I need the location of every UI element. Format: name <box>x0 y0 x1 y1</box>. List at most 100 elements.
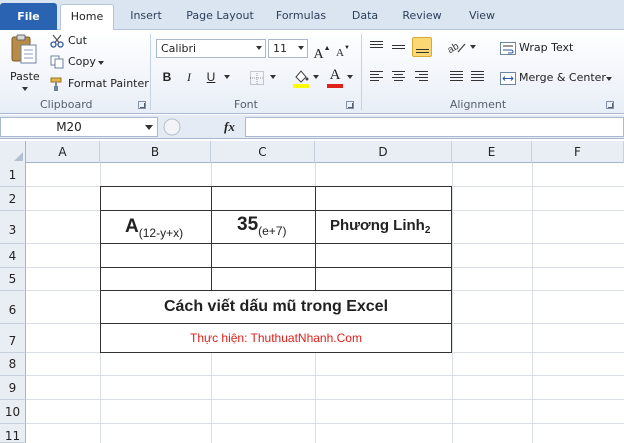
grow-font-button[interactable]: A▲ <box>313 39 331 62</box>
paste-label: Paste <box>10 70 40 83</box>
align-left-button[interactable] <box>367 67 387 87</box>
tab-file[interactable]: File <box>0 3 57 30</box>
increase-indent-button[interactable] <box>466 67 486 87</box>
alignment-launcher-icon[interactable] <box>606 101 614 109</box>
row-header-1[interactable]: 1 <box>0 163 26 187</box>
paste-button[interactable]: Paste <box>6 32 40 92</box>
orientation-dropdown-icon[interactable] <box>470 45 476 49</box>
cell-c3-subscript: (e+7) <box>258 224 287 238</box>
font-color-dropdown-icon[interactable] <box>347 75 353 79</box>
row-header-7[interactable]: 7 <box>0 324 26 353</box>
row-header-3[interactable]: 3 <box>0 211 26 244</box>
column-header-a[interactable]: A <box>26 141 100 163</box>
chevron-down-icon <box>145 125 153 130</box>
cell-d3[interactable]: Phương Linh2 <box>330 217 430 236</box>
decrease-indent-button[interactable] <box>445 67 465 87</box>
decrease-indent-icon <box>450 71 463 83</box>
name-box[interactable]: M20 <box>0 117 158 137</box>
chevron-down-icon <box>256 46 262 50</box>
increase-indent-icon <box>471 71 484 83</box>
brush-icon <box>50 77 62 91</box>
tab-formulas[interactable]: Formulas <box>273 8 329 24</box>
cell-b3-main: A <box>125 216 139 237</box>
align-top-button[interactable] <box>367 37 387 57</box>
column-header-f[interactable]: F <box>532 141 624 163</box>
align-middle-button[interactable] <box>389 37 409 57</box>
font-size-combo[interactable]: 11 <box>268 39 308 58</box>
column-header-c[interactable]: C <box>211 141 315 163</box>
row-header-4[interactable]: 4 <box>0 244 26 268</box>
row-header-9[interactable]: 9 <box>0 376 26 400</box>
borders-dropdown-icon[interactable] <box>270 75 276 79</box>
fill-color-dropdown-icon[interactable] <box>313 75 319 79</box>
borders-icon[interactable] <box>249 70 265 86</box>
formula-input[interactable] <box>245 117 624 137</box>
paste-dropdown-icon <box>22 87 28 91</box>
bold-button[interactable]: B <box>158 68 176 86</box>
font-size-value: 11 <box>273 42 287 55</box>
table-border <box>211 186 212 291</box>
cell-b3[interactable]: A(12-y+x) <box>125 216 183 240</box>
cell-d3-subscript: 2 <box>424 225 431 236</box>
row-header-8[interactable]: 8 <box>0 353 26 376</box>
column-header-d[interactable]: D <box>315 141 452 163</box>
tab-view[interactable]: View <box>466 8 498 24</box>
row-header-2[interactable]: 2 <box>0 187 26 211</box>
tab-data[interactable]: Data <box>350 8 380 24</box>
chevron-down-icon <box>298 46 304 50</box>
font-color-swatch <box>327 84 343 88</box>
worksheet-grid: A B C D E F 1 2 3 4 5 6 7 8 9 10 11 A(12… <box>0 141 624 443</box>
table-border <box>100 210 452 211</box>
cell-d3-main: Phương Linh <box>330 217 425 234</box>
italic-button[interactable]: I <box>180 68 198 86</box>
tab-home[interactable]: Home <box>60 4 114 31</box>
svg-text:ab: ab <box>447 41 461 54</box>
group-separator <box>361 34 362 110</box>
cell-c3-main: 35 <box>237 214 259 235</box>
shrink-font-button[interactable]: A▼ <box>334 39 352 59</box>
cell-c3[interactable]: 35(e+7) <box>237 214 287 238</box>
column-header-e[interactable]: E <box>452 141 532 163</box>
tab-insert[interactable]: Insert <box>128 8 164 24</box>
cut-label: Cut <box>68 34 87 47</box>
wrap-text-icon <box>500 42 516 55</box>
row-header-5[interactable]: 5 <box>0 268 26 291</box>
table-border <box>100 186 452 187</box>
table-border <box>451 186 452 353</box>
column-header-b[interactable]: B <box>100 141 211 163</box>
select-all-button[interactable] <box>0 141 26 163</box>
tab-page-layout[interactable]: Page Layout <box>184 8 256 24</box>
row-header-10[interactable]: 10 <box>0 400 26 424</box>
align-center-button[interactable] <box>389 67 409 87</box>
gridline <box>26 375 624 376</box>
table-border <box>100 352 452 353</box>
orientation-icon[interactable]: ab <box>447 40 467 54</box>
group-separator <box>150 34 151 110</box>
splitter-handle-icon[interactable] <box>162 117 182 137</box>
align-bottom-button[interactable] <box>412 37 432 57</box>
fx-icon[interactable]: fx <box>224 119 235 135</box>
font-launcher-icon[interactable] <box>346 101 354 109</box>
fill-bucket-icon[interactable] <box>292 68 310 88</box>
align-right-button[interactable] <box>412 67 432 87</box>
row-header-6[interactable]: 6 <box>0 291 26 324</box>
formula-bar: M20 fx <box>0 115 624 139</box>
align-left-icon <box>370 71 383 83</box>
cell-b3-subscript: (12-y+x) <box>138 226 184 240</box>
table-border <box>100 267 452 268</box>
font-color-button[interactable]: A <box>326 66 344 88</box>
clipboard-group-label: Clipboard <box>40 98 93 111</box>
underline-button[interactable]: U <box>202 68 220 86</box>
gridline <box>452 163 453 443</box>
grow-font-icon: A <box>313 47 324 62</box>
copy-label: Copy <box>68 55 96 68</box>
name-box-value: M20 <box>56 120 82 134</box>
table-border <box>100 323 452 324</box>
table-border <box>315 186 316 291</box>
font-name-combo[interactable]: Calibri <box>156 39 266 58</box>
clipboard-launcher-icon[interactable] <box>138 101 146 109</box>
row-header-11[interactable]: 11 <box>0 424 26 443</box>
tab-review[interactable]: Review <box>400 8 444 24</box>
alignment-group-label: Alignment <box>449 98 507 111</box>
underline-dropdown-icon[interactable] <box>224 75 230 79</box>
